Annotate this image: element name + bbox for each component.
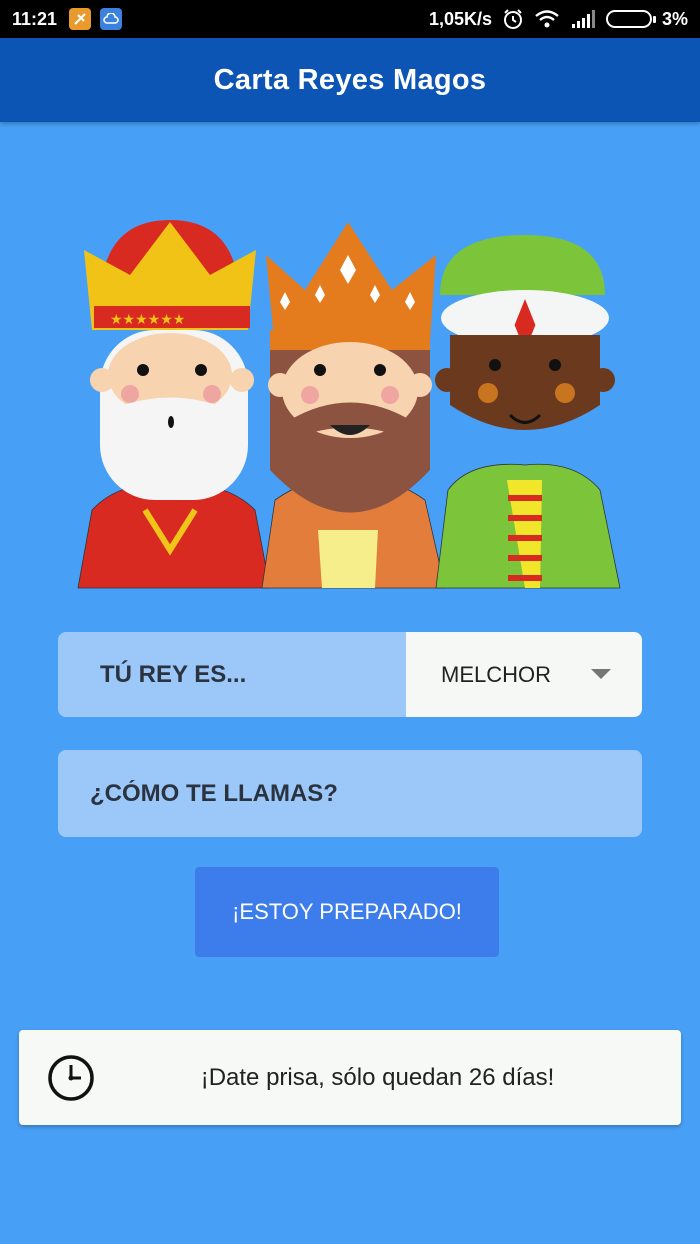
- app-bar: Carta Reyes Magos: [0, 38, 700, 122]
- signal-icon: [571, 10, 595, 28]
- battery-level: 3%: [661, 8, 688, 29]
- king-dropdown[interactable]: MELCHOR: [406, 632, 642, 717]
- cloud-icon: [100, 8, 123, 30]
- countdown-text: ¡Date prisa, sólo quedan 26 días!: [200, 1063, 555, 1091]
- king-melchor-figure: ★★★★★★: [77, 220, 271, 589]
- three-kings-illustration: ★★★★★★: [77, 220, 621, 589]
- king-gaspar-figure: [261, 222, 446, 589]
- ready-button[interactable]: ¡ESTOY PREPARADO!: [195, 867, 499, 957]
- king-dropdown-value: MELCHOR: [441, 661, 552, 687]
- king-baltasar-figure: [435, 235, 621, 589]
- king-selector: TÚ REY ES... MELCHOR: [58, 632, 642, 717]
- network-speed: 1,05K/s: [428, 8, 492, 29]
- wifi-icon: [535, 10, 559, 28]
- countdown-card: ¡Date prisa, sólo quedan 26 días!: [19, 1030, 681, 1125]
- battery-icon: [605, 10, 656, 28]
- status-bar: 11:21 1,05K/s 3%: [0, 0, 700, 38]
- king-selector-label: TÚ REY ES...: [58, 632, 406, 717]
- status-time: 11:21: [12, 8, 58, 29]
- chevron-down-icon: [591, 669, 611, 679]
- name-input[interactable]: [58, 750, 642, 837]
- alarm-icon: [503, 9, 522, 29]
- page-title: Carta Reyes Magos: [213, 63, 487, 96]
- svg-text:★★★★★★: ★★★★★★: [110, 311, 185, 327]
- app-notification-icon: [69, 8, 92, 30]
